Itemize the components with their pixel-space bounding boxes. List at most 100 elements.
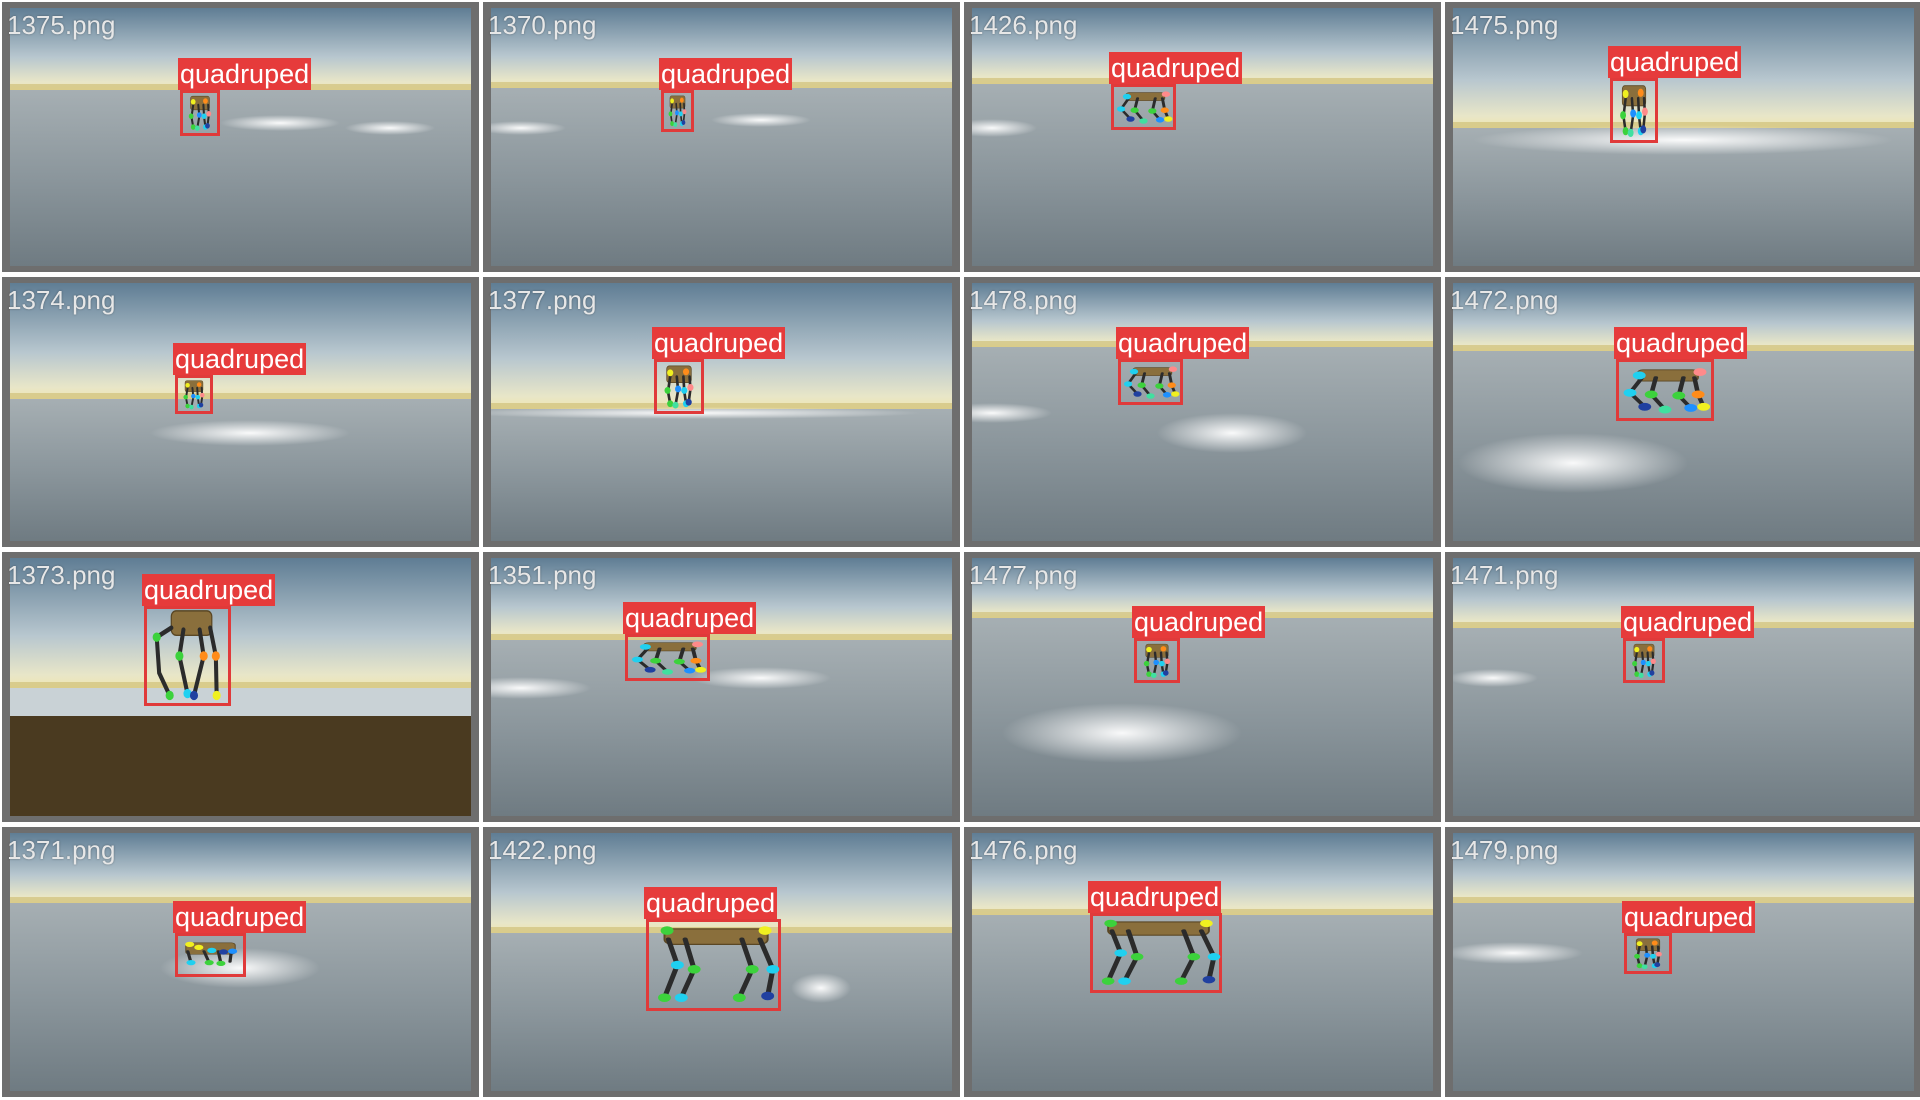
keypoint bbox=[1160, 107, 1169, 113]
keypoint bbox=[1118, 977, 1131, 985]
ground-plane bbox=[1453, 628, 1914, 816]
keypoint bbox=[1126, 116, 1135, 122]
keypoint bbox=[1634, 953, 1641, 959]
scene-background bbox=[10, 8, 471, 266]
keypoint bbox=[1641, 107, 1648, 116]
detection-box bbox=[646, 919, 781, 1011]
keypoint bbox=[216, 960, 226, 967]
image-tile: quadruped 1478.png bbox=[964, 277, 1441, 547]
image-tile: quadruped 1479.png bbox=[1445, 827, 1920, 1097]
quadruped-robot bbox=[658, 926, 780, 1002]
keypoint bbox=[1654, 962, 1661, 968]
keypoint bbox=[1133, 391, 1142, 397]
keypoint bbox=[691, 641, 704, 648]
keypoint bbox=[1164, 658, 1171, 665]
image-tile: quadruped 1374.png bbox=[2, 277, 479, 547]
image-tile: quadruped 1370.png bbox=[483, 2, 960, 272]
keypoint bbox=[186, 959, 196, 966]
keypoint bbox=[1153, 659, 1159, 666]
keypoint bbox=[1168, 366, 1178, 372]
keypoint bbox=[1146, 671, 1152, 677]
keypoint bbox=[1651, 940, 1658, 946]
detection-box bbox=[175, 933, 246, 977]
ground-plane bbox=[491, 640, 952, 816]
keypoint bbox=[1697, 402, 1711, 411]
keypoint bbox=[190, 124, 196, 130]
quadruped-robot bbox=[152, 610, 221, 701]
keypoint bbox=[211, 651, 220, 661]
keypoint bbox=[650, 657, 662, 664]
keypoint bbox=[185, 403, 190, 409]
keypoint bbox=[194, 125, 200, 131]
keypoint bbox=[732, 993, 746, 1002]
rendered-scene: quadruped bbox=[491, 558, 952, 816]
keypoint bbox=[745, 965, 759, 974]
keypoint bbox=[1644, 390, 1658, 399]
detection-box bbox=[1623, 638, 1665, 683]
keypoint bbox=[212, 690, 221, 701]
keypoint bbox=[1148, 108, 1157, 114]
detection-label: quadruped bbox=[1608, 46, 1742, 78]
keypoint bbox=[679, 97, 684, 103]
keypoint bbox=[667, 369, 674, 377]
keypoint bbox=[1672, 391, 1686, 400]
robot-body bbox=[170, 610, 213, 637]
image-filename: 1375.png bbox=[7, 10, 116, 40]
keypoint bbox=[1620, 111, 1627, 120]
robot-body bbox=[663, 928, 769, 946]
keypoint bbox=[670, 960, 684, 970]
detection-box bbox=[1090, 913, 1222, 993]
image-filename: 1373.png bbox=[7, 560, 116, 590]
detection-box bbox=[144, 606, 231, 706]
keypoint bbox=[1171, 391, 1180, 397]
rendered-scene: quadruped bbox=[972, 833, 1433, 1091]
keypoint bbox=[682, 109, 687, 115]
keypoint bbox=[1641, 964, 1648, 970]
robot-leg bbox=[177, 627, 190, 696]
keypoint bbox=[1644, 952, 1651, 958]
keypoint bbox=[188, 113, 194, 119]
quadruped-robot bbox=[1101, 919, 1221, 985]
light-glare bbox=[150, 420, 350, 446]
keypoint bbox=[1632, 371, 1646, 380]
floor-edge bbox=[10, 688, 471, 716]
ground-plane bbox=[491, 88, 952, 266]
rendered-scene: quadruped bbox=[10, 558, 471, 816]
keypoint bbox=[1162, 392, 1172, 398]
image-filename: 1370.png bbox=[488, 10, 597, 40]
light-glare bbox=[1458, 433, 1688, 493]
keypoint bbox=[1634, 671, 1640, 677]
ground-plane bbox=[491, 409, 952, 541]
keypoint bbox=[1174, 977, 1188, 985]
rendered-scene: quadruped bbox=[10, 8, 471, 266]
keypoint bbox=[1187, 953, 1201, 961]
scene-background bbox=[972, 558, 1433, 816]
detection-label: quadruped bbox=[1116, 327, 1250, 359]
keypoint bbox=[1139, 118, 1148, 124]
keypoint bbox=[695, 666, 707, 673]
keypoint bbox=[675, 385, 682, 393]
scene-background bbox=[972, 283, 1433, 541]
rendered-scene: quadruped bbox=[491, 8, 952, 266]
keypoint bbox=[1202, 975, 1216, 984]
keypoint bbox=[1207, 953, 1221, 961]
quadruped-robot bbox=[1623, 368, 1711, 414]
keypoint bbox=[1159, 660, 1165, 667]
keypoint bbox=[196, 112, 202, 118]
keypoint bbox=[664, 386, 671, 394]
image-filename: 1477.png bbox=[969, 560, 1078, 590]
robot-body bbox=[1132, 367, 1173, 376]
keypoint bbox=[1129, 368, 1139, 375]
scene-background bbox=[972, 8, 1433, 266]
image-tile: quadruped 1477.png bbox=[964, 552, 1441, 822]
quadruped-robot bbox=[1632, 643, 1656, 679]
rendered-scene: quadruped bbox=[491, 283, 952, 541]
keypoint bbox=[1123, 381, 1133, 387]
quadruped-robot bbox=[631, 641, 707, 675]
keypoint bbox=[191, 393, 196, 399]
quadruped-robot bbox=[1143, 643, 1171, 679]
detection-label: quadruped bbox=[173, 901, 307, 933]
keypoint bbox=[1638, 402, 1652, 411]
keypoint bbox=[687, 384, 694, 391]
keypoint bbox=[1637, 88, 1644, 97]
